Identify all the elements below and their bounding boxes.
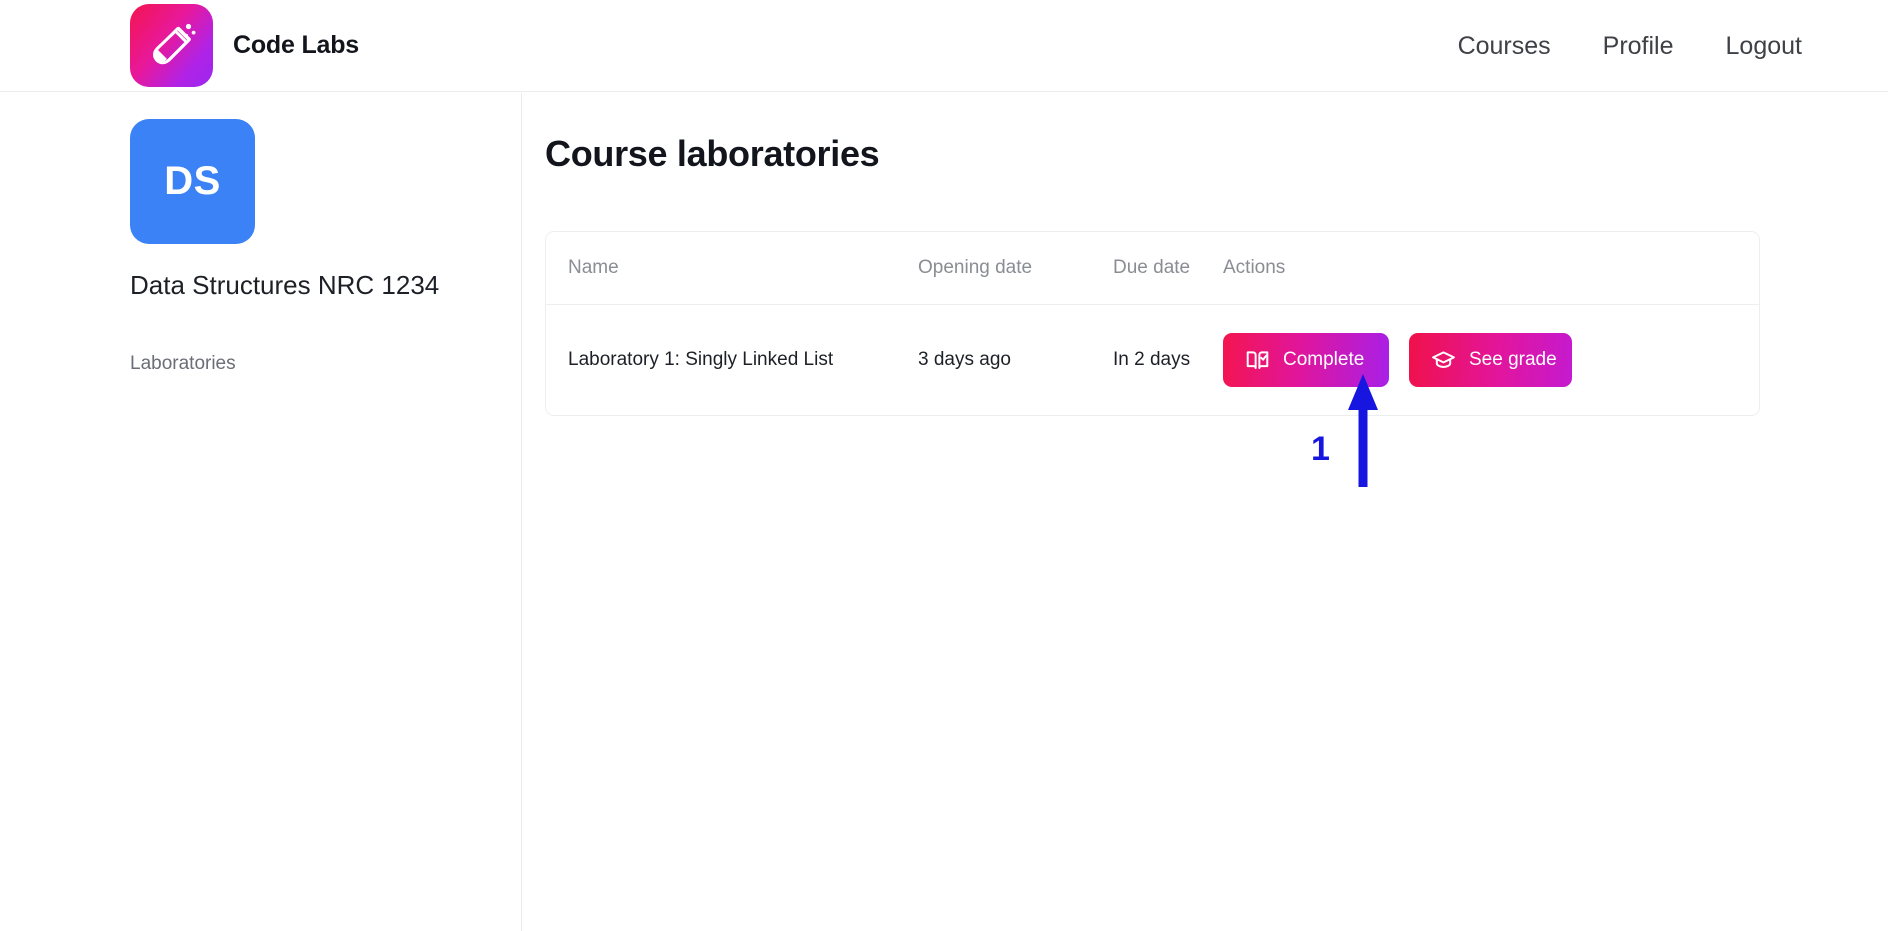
- app-root: Code Labs Courses Profile Logout DS Data…: [0, 0, 1888, 931]
- sidebar: DS Data Structures NRC 1234 Laboratories: [0, 93, 522, 931]
- actions-group: Complete See grade: [1223, 333, 1759, 387]
- column-header-opening: Opening date: [918, 232, 1113, 305]
- course-title: Data Structures NRC 1234: [130, 270, 440, 300]
- nav-links: Courses Profile Logout: [1432, 0, 1888, 92]
- brand[interactable]: Code Labs: [130, 4, 359, 87]
- nav-link-profile[interactable]: Profile: [1577, 32, 1700, 61]
- graduation-cap-icon: [1431, 348, 1456, 373]
- table-row: Laboratory 1: Singly Linked List 3 days …: [546, 304, 1759, 415]
- top-navigation-bar: Code Labs Courses Profile Logout: [0, 0, 1888, 92]
- column-header-actions: Actions: [1223, 232, 1759, 305]
- see-grade-button-label: See grade: [1469, 349, 1557, 370]
- table-header-row: Name Opening date Due date Actions: [546, 232, 1759, 305]
- table-header: Name Opening date Due date Actions: [546, 232, 1759, 305]
- table-body: Laboratory 1: Singly Linked List 3 days …: [546, 304, 1759, 415]
- test-tube-icon: [130, 4, 213, 87]
- sidebar-menu: Laboratories: [130, 349, 521, 379]
- laboratories-table-card: Name Opening date Due date Actions Labor…: [545, 231, 1760, 416]
- main-content: Course laboratories Name Opening date Du…: [523, 93, 1888, 931]
- book-check-icon: [1245, 348, 1270, 373]
- column-header-name: Name: [546, 232, 918, 305]
- nav-link-courses[interactable]: Courses: [1432, 32, 1577, 61]
- column-header-due: Due date: [1113, 232, 1223, 305]
- see-grade-button[interactable]: See grade: [1409, 333, 1572, 387]
- page-title: Course laboratories: [545, 133, 880, 174]
- cell-lab-name: Laboratory 1: Singly Linked List: [546, 304, 918, 415]
- nav-link-logout[interactable]: Logout: [1700, 32, 1828, 61]
- course-avatar: DS: [130, 119, 255, 244]
- cell-due-date: In 2 days: [1113, 304, 1223, 415]
- cell-opening-date: 3 days ago: [918, 304, 1113, 415]
- brand-name: Code Labs: [233, 31, 359, 59]
- laboratories-table: Name Opening date Due date Actions Labor…: [546, 232, 1759, 415]
- cell-actions: Complete See grade: [1223, 304, 1759, 415]
- complete-button-label: Complete: [1283, 349, 1365, 370]
- sidebar-item-laboratories[interactable]: Laboratories: [130, 349, 521, 379]
- complete-button[interactable]: Complete: [1223, 333, 1389, 387]
